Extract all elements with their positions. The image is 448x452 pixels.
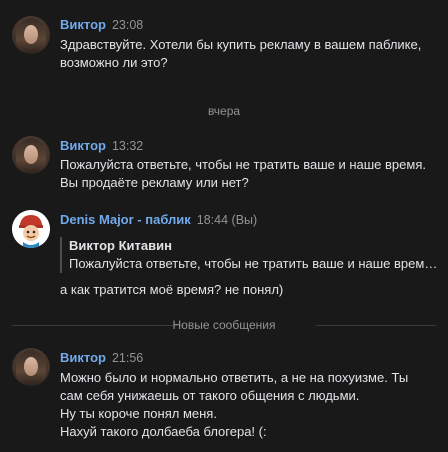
message-line: возможно ли это? — [60, 55, 168, 70]
author-name[interactable]: Виктор — [60, 17, 106, 32]
message-header: Виктор 23:08 — [60, 17, 143, 32]
quote-author: Виктор Китавин — [69, 238, 172, 253]
message-time: 23:08 — [111, 18, 144, 32]
quoted-message[interactable]: Виктор Китавин Пожалуйста ответьте, чтоб… — [60, 237, 442, 273]
message-time: 21:56 — [111, 351, 144, 365]
avatar[interactable] — [12, 16, 50, 54]
quote-text: Пожалуйста ответьте, чтобы не тратить ва… — [69, 256, 442, 271]
avatar[interactable] — [12, 210, 50, 248]
message-text: Пожалуйста ответьте, чтобы не тратить ва… — [60, 156, 426, 192]
message-line: Здравствуйте. Хотели бы купить рекламу в… — [60, 37, 422, 52]
message-text: а как тратится моё время? не понял) — [60, 281, 283, 299]
message-time: 18:44 (Вы) — [196, 213, 258, 227]
message-text: Можно было и нормально ответить, а не на… — [60, 369, 408, 441]
message-line: Можно было и нормально ответить, а не на… — [60, 370, 409, 385]
cartoon-avatar-icon — [12, 210, 50, 248]
message-header: Denis Major - паблик 18:44 (Вы) — [60, 212, 257, 227]
message-line: Вы продаёте рекламу или нет? — [60, 175, 249, 190]
date-divider: вчера — [207, 104, 241, 118]
avatar[interactable] — [12, 136, 50, 174]
divider-line — [316, 325, 436, 326]
new-messages-divider: Новые сообщения — [0, 318, 448, 332]
author-name[interactable]: Виктор — [60, 350, 106, 365]
message-line: а как тратится моё время? не понял) — [60, 282, 284, 297]
chat-history: Виктор 23:08 Здравствуйте. Хотели бы купи… — [0, 0, 448, 452]
author-name[interactable]: Виктор — [60, 138, 106, 153]
author-name[interactable]: Denis Major - паблик — [60, 212, 191, 227]
message-time: 13:32 — [111, 139, 144, 153]
message-text: Здравствуйте. Хотели бы купить рекламу в… — [60, 36, 421, 72]
message-line: сам себя унижаешь от такого общения с лю… — [60, 388, 360, 403]
message-line: Пожалуйста ответьте, чтобы не тратить ва… — [60, 157, 426, 172]
message-header: Виктор 13:32 — [60, 138, 143, 153]
message-header: Виктор 21:56 — [60, 350, 143, 365]
message-line: Ну ты короче понял меня. — [60, 406, 217, 421]
avatar[interactable] — [12, 348, 50, 386]
message-line: Нахуй такого долбаеба блогера! (: — [60, 424, 267, 439]
